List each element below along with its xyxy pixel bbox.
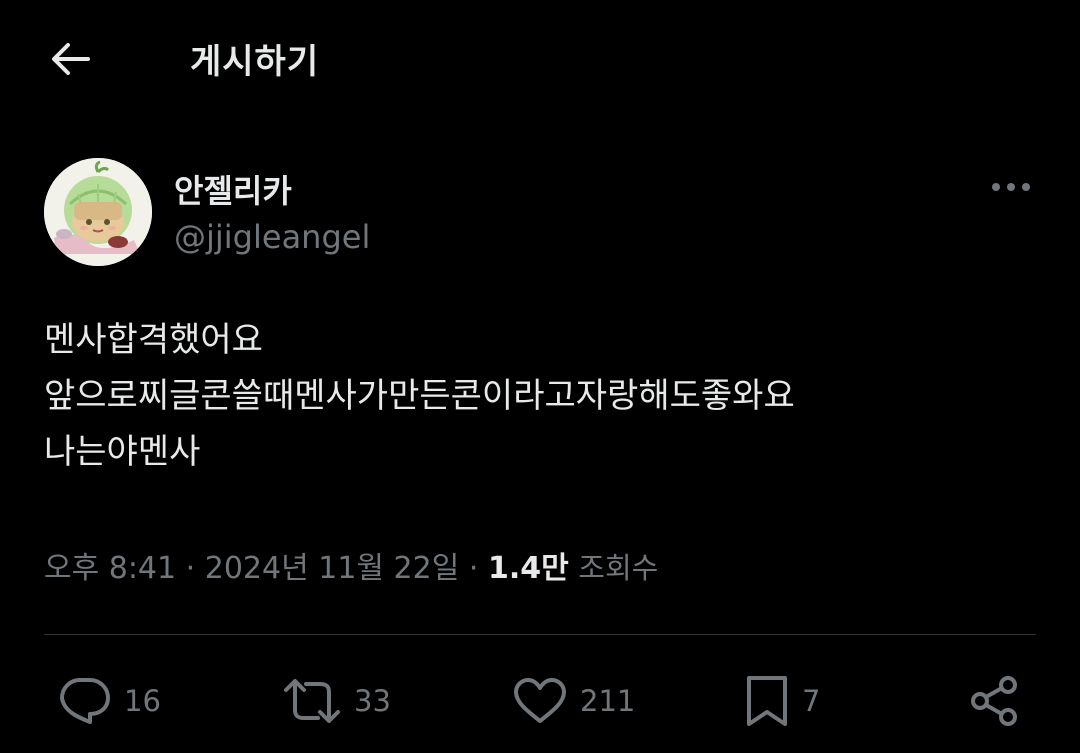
post-meta: 오후 8:41 · 2024년 11월 22일 · 1.4만 조회수 <box>44 543 658 587</box>
post-time[interactable]: 오후 8:41 <box>44 551 176 586</box>
reply-icon <box>60 678 110 724</box>
like-button[interactable]: 211 <box>512 666 635 736</box>
post-line: 앞으로찌글콘쓸때멘사가만든콘이라고자랑해도좋와요 <box>44 376 795 416</box>
post-line: 나는야멘사 <box>44 432 201 472</box>
separator: · <box>185 551 196 586</box>
top-bar: 게시하기 <box>0 0 1080 118</box>
post-date[interactable]: 2024년 11월 22일 <box>205 551 460 586</box>
author-handle[interactable]: @jjigleangel <box>174 218 370 256</box>
repost-button[interactable]: 33 <box>282 666 391 736</box>
share-icon <box>971 676 1017 726</box>
like-count: 211 <box>580 684 636 718</box>
reply-count: 16 <box>124 684 161 718</box>
divider <box>44 634 1036 635</box>
author-display-name[interactable]: 안젤리카 <box>174 166 292 212</box>
repost-icon <box>284 679 340 723</box>
reply-button[interactable]: 16 <box>58 666 161 736</box>
bookmark-count: 7 <box>802 684 821 718</box>
action-bar: 16 33 211 7 <box>0 666 1080 736</box>
post-body: 멘사합격했어요 앞으로찌글콘쓸때멘사가만든콘이라고자랑해도좋와요 나는야멘사 <box>44 312 795 480</box>
bookmark-button[interactable]: 7 <box>744 666 820 736</box>
repost-count: 33 <box>354 684 391 718</box>
bookmark-icon <box>747 676 787 726</box>
separator: · <box>468 551 479 586</box>
avatar-image <box>44 158 152 266</box>
more-horizontal-icon <box>992 183 1030 191</box>
heart-icon <box>514 678 566 723</box>
view-label: 조회수 <box>578 551 659 585</box>
share-button[interactable] <box>968 666 1022 736</box>
avatar[interactable] <box>44 158 152 266</box>
back-button[interactable] <box>44 36 96 82</box>
page-title: 게시하기 <box>190 42 320 82</box>
more-options-button[interactable] <box>986 170 1036 204</box>
post-line: 멘사합격했어요 <box>44 320 263 360</box>
arrow-left-icon <box>52 43 90 75</box>
view-count: 1.4만 <box>487 551 569 586</box>
